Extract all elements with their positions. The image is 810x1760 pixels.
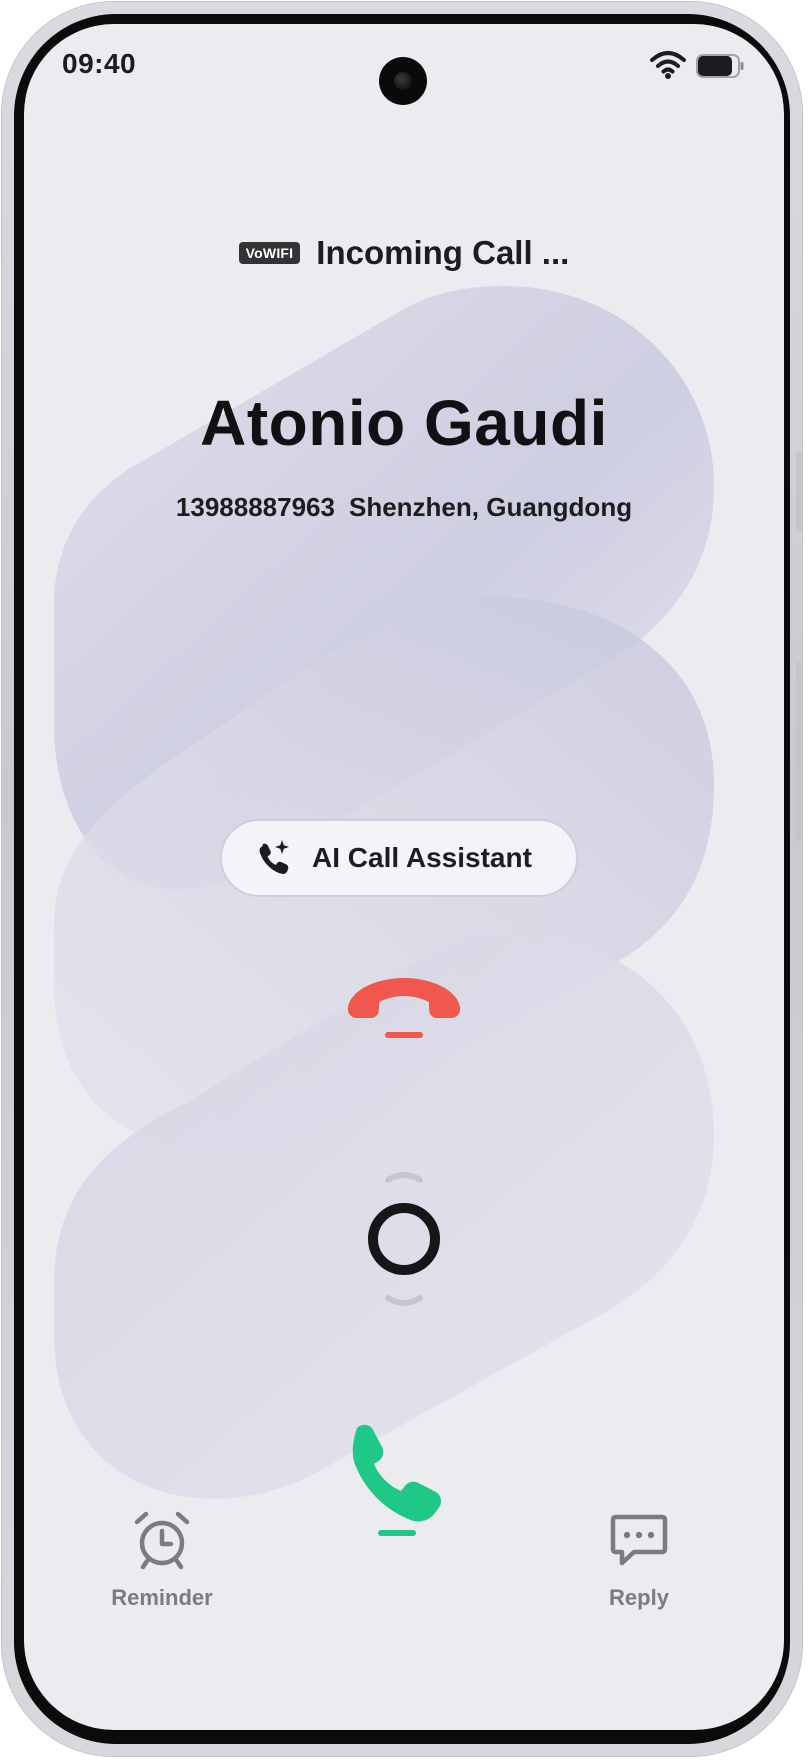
power-button <box>796 452 802 532</box>
reminder-label: Reminder <box>111 1585 213 1610</box>
ai-call-assistant-button[interactable]: AI Call Assistant <box>220 819 578 897</box>
answer-call-icon[interactable] <box>335 1414 465 1544</box>
wifi-icon <box>650 51 686 79</box>
front-camera <box>379 57 427 105</box>
reply-button[interactable]: Reply <box>559 1509 719 1611</box>
alarm-clock-icon <box>134 1511 190 1570</box>
message-bubble-icon <box>610 1514 668 1566</box>
battery-icon <box>696 54 744 78</box>
incoming-call-screen: 09:40 VoWIFI Incoming Call ... Atonio Ga… <box>24 24 784 1730</box>
caller-location: Shenzhen, Guangdong <box>348 492 633 522</box>
page: 09:40 VoWIFI Incoming Call ... Atonio Ga… <box>0 0 810 1760</box>
volume-button <box>796 662 802 842</box>
vowifi-badge: VoWIFI <box>238 242 301 264</box>
caller-phone-number: 13988887963 <box>175 492 335 522</box>
ai-phone-sparkle-icon <box>259 840 289 874</box>
caller-info: 13988887963 Shenzhen, Guangdong <box>24 492 784 523</box>
reply-label: Reply <box>609 1585 669 1610</box>
slider-handle-icon[interactable] <box>344 1164 464 1314</box>
reminder-button[interactable]: Reminder <box>82 1509 242 1611</box>
call-status-row: VoWIFI Incoming Call ... <box>24 234 784 272</box>
call-status: Incoming Call ... <box>316 234 570 271</box>
ai-call-assistant-label: AI Call Assistant <box>312 842 532 873</box>
decline-call-icon[interactable] <box>341 958 467 1058</box>
caller-name: Atonio Gaudi <box>200 387 608 459</box>
status-time: 09:40 <box>62 48 137 79</box>
